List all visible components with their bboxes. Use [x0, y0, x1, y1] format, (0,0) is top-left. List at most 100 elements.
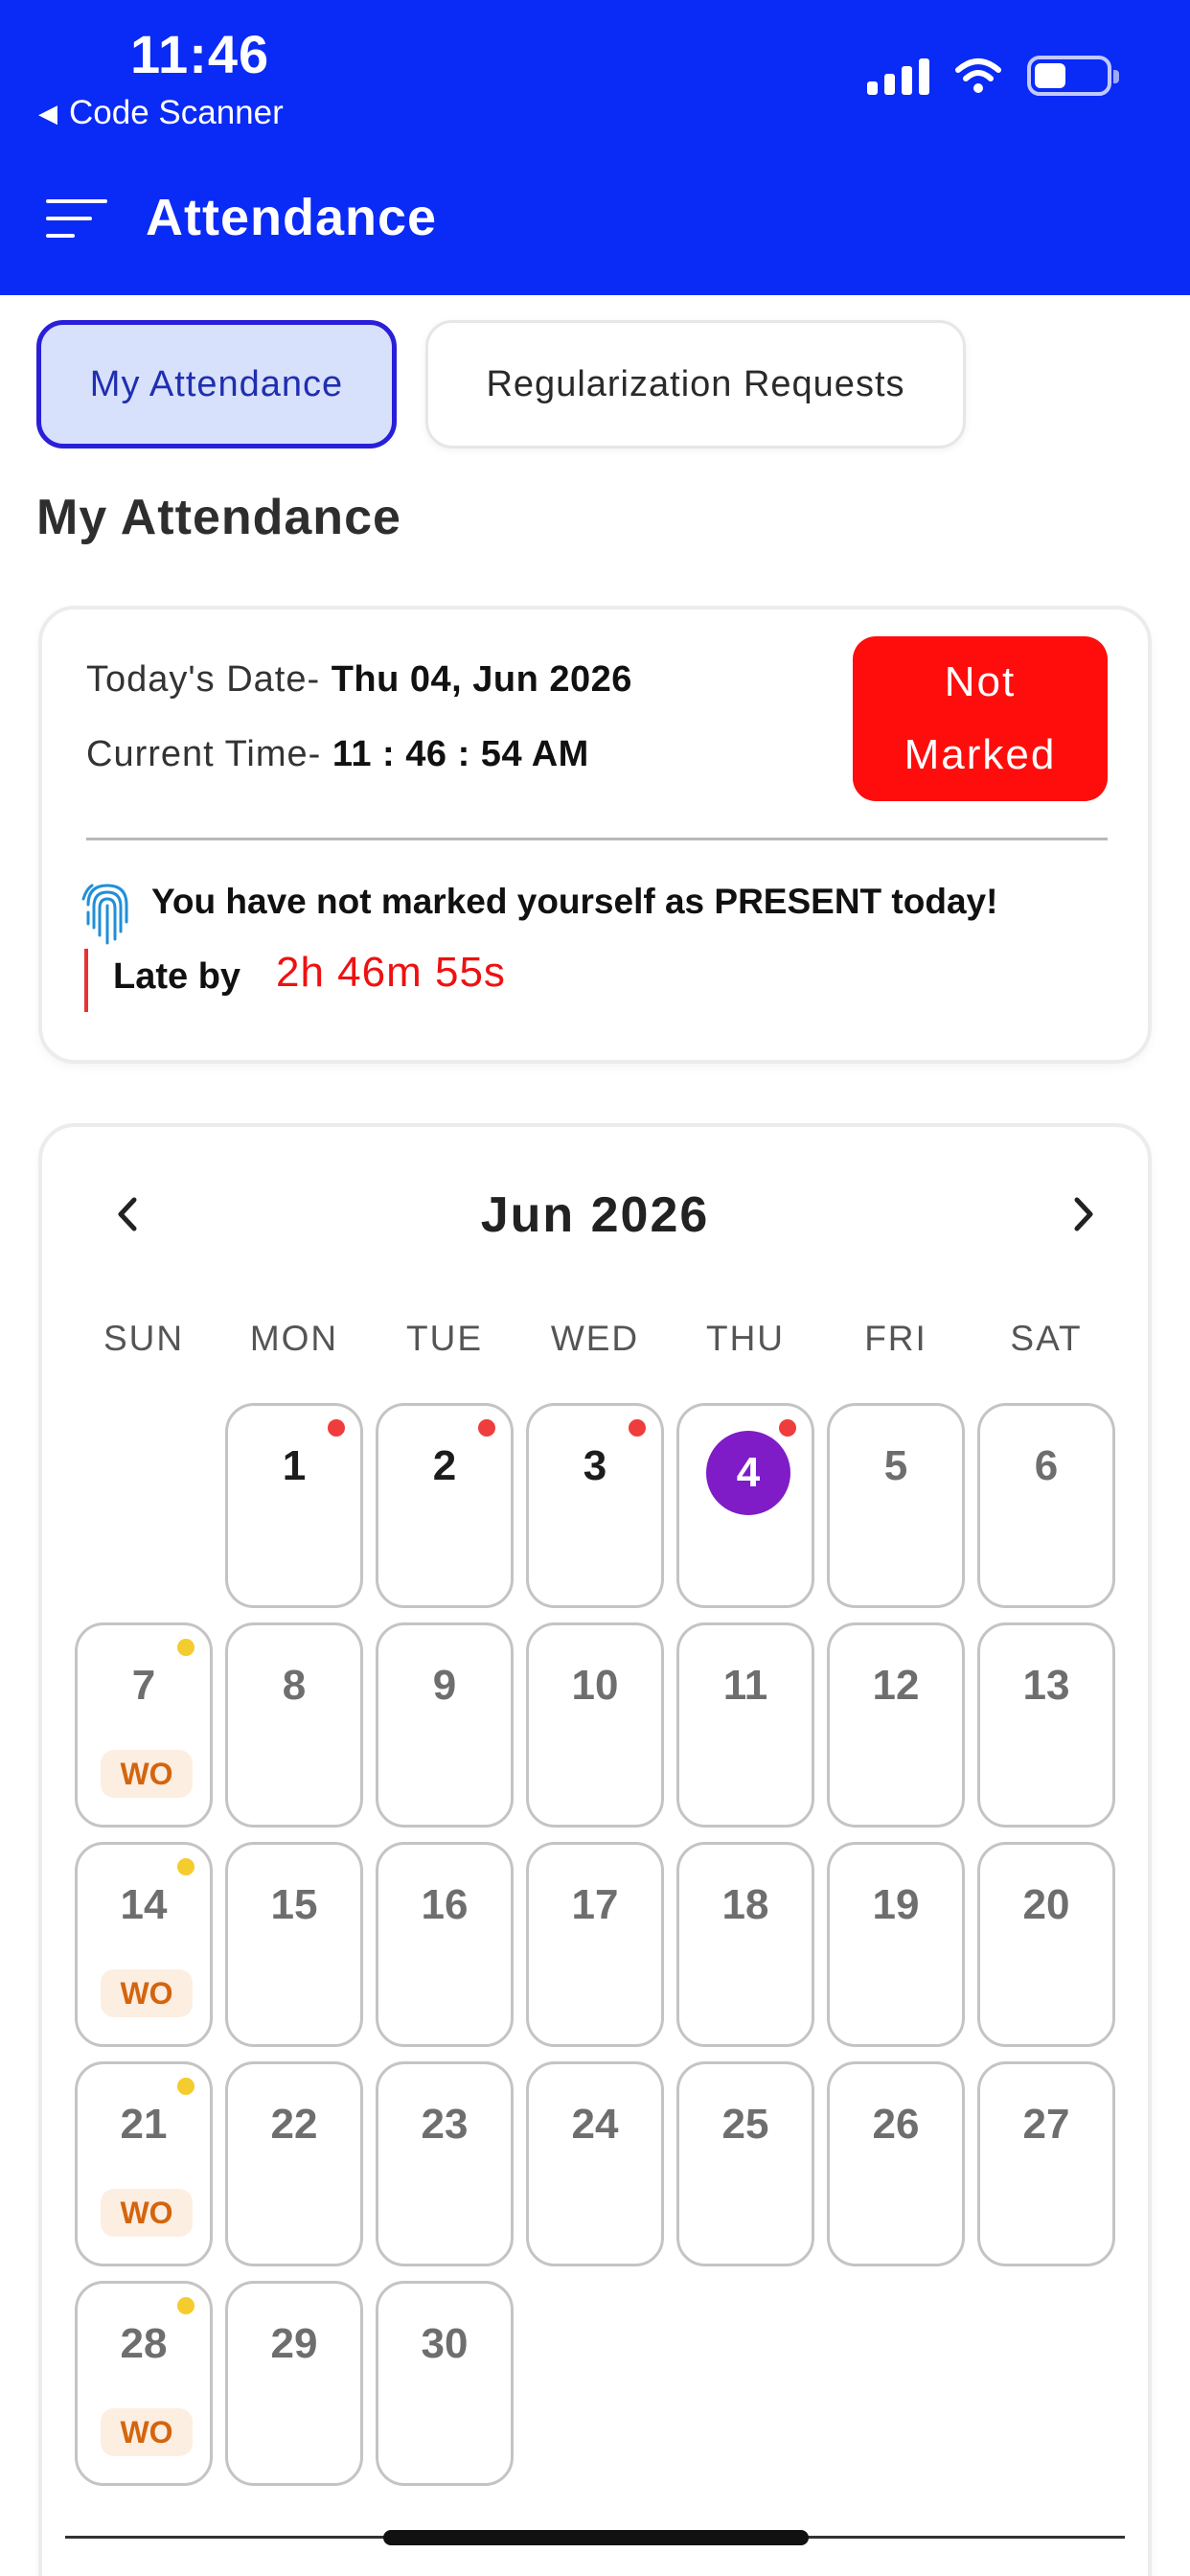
calendar-day-10[interactable]: 10 — [526, 1622, 664, 1828]
calendar-day-5[interactable]: 5 — [827, 1403, 965, 1608]
back-app-label: Code Scanner — [69, 94, 284, 131]
calendar-day-26[interactable]: 26 — [827, 2061, 965, 2266]
weekday-sat: SAT — [1010, 1319, 1083, 1358]
today-date-line: Today's Date- Thu 04, Jun 2026 — [86, 659, 632, 701]
yellow-status-dot — [177, 1639, 195, 1656]
day-number: 1 — [282, 1442, 307, 1489]
day-number: 28 — [120, 2320, 168, 2367]
home-indicator[interactable] — [383, 2530, 809, 2545]
calendar-day-12[interactable]: 12 — [827, 1622, 965, 1828]
day-number: 14 — [120, 1881, 168, 1928]
day-number: 8 — [282, 1662, 307, 1709]
calendar-day-19[interactable]: 19 — [827, 1842, 965, 2047]
calendar-day-30[interactable]: 30 — [376, 2281, 514, 2486]
day-number: 19 — [872, 1881, 920, 1928]
status-bar-time: 11:46 — [130, 24, 270, 84]
day-number: 7 — [131, 1662, 156, 1709]
weekday-thu: THU — [705, 1319, 786, 1358]
time-label: Current Time- — [86, 734, 332, 774]
time-value: 11 : 46 : 54 AM — [332, 734, 589, 774]
calendar-day-23[interactable]: 23 — [376, 2061, 514, 2266]
not-present-warning: You have not marked yourself as PRESENT … — [151, 882, 998, 921]
yellow-status-dot — [177, 1858, 195, 1875]
current-time-line: Current Time- 11 : 46 : 54 AM — [86, 734, 589, 775]
calendar-card: Jun 2026 SUN MON TUE WED THU FRI SAT 1 2 3 4 5 6 7 WO… — [38, 1123, 1152, 2576]
day-number: 23 — [421, 2101, 469, 2148]
weekday-fri: FRI — [864, 1319, 927, 1358]
menu-icon[interactable] — [46, 197, 113, 242]
card-divider — [86, 838, 1108, 840]
calendar-day-24[interactable]: 24 — [526, 2061, 664, 2266]
signal-icon — [867, 57, 929, 95]
weekday-wed: WED — [550, 1319, 640, 1358]
calendar-day-2[interactable]: 2 — [376, 1403, 514, 1608]
back-triangle-icon: ◀ — [38, 98, 57, 127]
calendar-day-16[interactable]: 16 — [376, 1842, 514, 2047]
day-number: 30 — [421, 2320, 469, 2367]
late-by-value: 2h 46m 55s — [276, 949, 506, 996]
day-number: 12 — [872, 1662, 920, 1709]
calendar-day-6[interactable]: 6 — [977, 1403, 1115, 1608]
late-by-label: Late by — [113, 956, 241, 997]
red-status-dot — [779, 1419, 796, 1437]
yellow-status-dot — [177, 2078, 195, 2095]
day-number: 5 — [883, 1442, 908, 1489]
day-number: 16 — [421, 1881, 469, 1928]
day-number: 25 — [721, 2101, 769, 2148]
calendar-day-11[interactable]: 11 — [676, 1622, 814, 1828]
calendar-day-15[interactable]: 15 — [225, 1842, 363, 2047]
attendance-status-card: Today's Date- Thu 04, Jun 2026 Current T… — [38, 606, 1152, 1064]
day-number: 26 — [872, 2101, 920, 2148]
weekoff-badge: WO — [101, 1750, 193, 1798]
today-highlight: 4 — [706, 1431, 790, 1515]
day-number: 22 — [270, 2101, 318, 2148]
calendar-day-4[interactable]: 4 — [676, 1403, 814, 1608]
tab-regularization-requests[interactable]: Regularization Requests — [425, 320, 966, 448]
calendar-day-3[interactable]: 3 — [526, 1403, 664, 1608]
date-label: Today's Date- — [86, 659, 332, 700]
calendar-day-13[interactable]: 13 — [977, 1622, 1115, 1828]
weekoff-badge: WO — [101, 2189, 193, 2237]
fingerprint-icon — [81, 884, 128, 945]
day-number: 10 — [571, 1662, 619, 1709]
back-to-app-link[interactable]: ◀ Code Scanner — [38, 94, 284, 132]
status-icons — [867, 56, 1119, 96]
calendar-day-14[interactable]: 14 WO — [75, 1842, 213, 2047]
calendar-month-title: Jun 2026 — [480, 1187, 710, 1243]
weekoff-badge: WO — [101, 1969, 193, 2017]
day-number: 27 — [1022, 2101, 1070, 2148]
tab-my-attendance[interactable]: My Attendance — [36, 320, 397, 448]
day-number: 18 — [721, 1881, 769, 1928]
calendar-day-17[interactable]: 17 — [526, 1842, 664, 2047]
day-number: 11 — [722, 1662, 768, 1709]
day-number: 9 — [432, 1662, 457, 1709]
red-status-dot — [328, 1419, 345, 1437]
day-number: 3 — [583, 1442, 607, 1489]
calendar-day-18[interactable]: 18 — [676, 1842, 814, 2047]
calendar-day-9[interactable]: 9 — [376, 1622, 514, 1828]
calendar-day-25[interactable]: 25 — [676, 2061, 814, 2266]
app-header: 11:46 ◀ Code Scanner Attendance — [0, 0, 1190, 295]
calendar-day-28[interactable]: 28 WO — [75, 2281, 213, 2486]
calendar-day-27[interactable]: 27 — [977, 2061, 1115, 2266]
day-number: 13 — [1022, 1662, 1070, 1709]
late-indicator-bar — [84, 949, 88, 1012]
wifi-icon — [955, 58, 1001, 93]
day-number: 29 — [270, 2320, 318, 2367]
yellow-status-dot — [177, 2297, 195, 2314]
weekday-tue: TUE — [406, 1319, 483, 1358]
weekoff-badge: WO — [101, 2408, 193, 2456]
calendar-day-29[interactable]: 29 — [225, 2281, 363, 2486]
calendar-day-8[interactable]: 8 — [225, 1622, 363, 1828]
calendar-day-1[interactable]: 1 — [225, 1403, 363, 1608]
not-marked-badge[interactable]: Not Marked — [853, 636, 1108, 801]
day-number: 20 — [1022, 1881, 1070, 1928]
chevron-right-icon[interactable] — [1064, 1190, 1106, 1238]
day-number: 24 — [571, 2101, 619, 2148]
calendar-day-20[interactable]: 20 — [977, 1842, 1115, 2047]
not-marked-line2: Marked — [904, 731, 1057, 778]
weekday-sun: SUN — [103, 1319, 185, 1358]
calendar-day-7[interactable]: 7 WO — [75, 1622, 213, 1828]
calendar-day-21[interactable]: 21 WO — [75, 2061, 213, 2266]
calendar-day-22[interactable]: 22 — [225, 2061, 363, 2266]
